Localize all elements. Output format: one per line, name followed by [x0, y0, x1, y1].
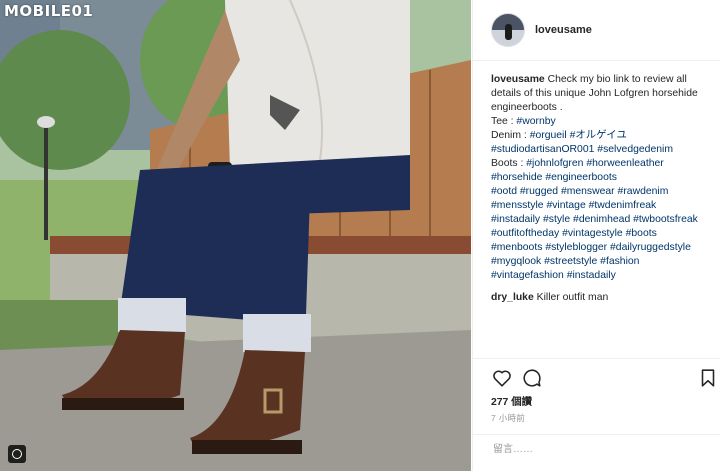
hashtag-link[interactable]: #studiodartisanOR001 [491, 144, 594, 155]
hashtag-link[interactable]: #outfitoftheday [491, 228, 559, 239]
caption-segment: Boots : [491, 158, 527, 169]
hashtag-link[interactable]: #instadaily [491, 214, 540, 225]
hashtag-link[interactable]: #オルゲイユ [570, 130, 627, 141]
hashtag-link[interactable]: #mygqlook [491, 256, 541, 267]
hashtag-link[interactable]: #instadaily [567, 270, 616, 281]
hashtag-link[interactable]: #horsehide [491, 172, 542, 183]
caption-text: Check my bio link to review all details … [491, 74, 698, 281]
hashtag-link[interactable]: #fashion [600, 256, 639, 267]
hashtag-link[interactable]: #engineerboots [545, 172, 617, 183]
hashtag-link[interactable]: #vintage [546, 200, 585, 211]
comment-item: dry_luke Killer outfit man [473, 283, 720, 305]
caption-username[interactable]: loveusame [491, 74, 545, 85]
post-timestamp[interactable]: 7 小時前 [491, 412, 525, 424]
comment-icon[interactable] [521, 367, 543, 389]
hashtag-link[interactable]: #streetstyle [544, 256, 597, 267]
comment-input[interactable] [491, 443, 695, 456]
hashtag-link[interactable]: #menswear [561, 186, 615, 197]
author-username[interactable]: loveusame [535, 24, 592, 36]
hashtag-link[interactable]: #vintagestyle [562, 228, 623, 239]
post-caption: loveusame Check my bio link to review al… [473, 61, 720, 283]
bookmark-icon[interactable] [697, 367, 719, 389]
hashtag-link[interactable]: #denimhead [573, 214, 630, 225]
hashtag-link[interactable]: #selvedgedenim [597, 144, 673, 155]
watermark-logo: MOBILE01 [4, 2, 94, 20]
hashtag-link[interactable]: #ootd [491, 186, 517, 197]
hashtag-link[interactable]: #menboots [491, 242, 542, 253]
avatar[interactable] [491, 13, 525, 47]
comment-text: Killer outfit man [536, 292, 609, 303]
hashtag-link[interactable]: #styleblogger [545, 242, 607, 253]
hashtag-link[interactable]: #vintagefashion [491, 270, 564, 281]
hashtag-link[interactable]: #orgueil [530, 130, 567, 141]
hashtag-link[interactable]: #wornby [516, 116, 555, 127]
comment-username[interactable]: dry_luke [491, 292, 534, 303]
like-count[interactable]: 277 個讚 [491, 393, 532, 408]
hashtag-link[interactable]: #style [543, 214, 570, 225]
hashtag-link[interactable]: #twdenimfreak [589, 200, 657, 211]
hashtag-link[interactable]: #johnlofgren [526, 158, 583, 169]
hashtag-link[interactable]: #boots [626, 228, 657, 239]
caption-segment: Denim : [491, 130, 530, 141]
hashtag-link[interactable]: #rawdenim [618, 186, 669, 197]
user-tag-icon[interactable] [8, 445, 26, 463]
caption-segment: Tee : [491, 116, 517, 127]
photo-illustration [0, 0, 471, 471]
hashtag-link[interactable]: #mensstyle [491, 200, 544, 211]
comment-box [473, 434, 720, 472]
hashtag-link[interactable]: #dailyruggedstyle [610, 242, 691, 253]
hashtag-link[interactable]: #rugged [520, 186, 558, 197]
action-bar [473, 358, 720, 393]
post-photo[interactable]: MOBILE01 [0, 0, 471, 471]
heart-icon[interactable] [491, 367, 513, 389]
post-sidebar: loveusame loveusame Check my bio link to… [472, 0, 720, 471]
hashtag-link[interactable]: #twbootsfreak [633, 214, 698, 225]
post-header: loveusame [473, 0, 720, 61]
hashtag-link[interactable]: #horweenleather [586, 158, 663, 169]
